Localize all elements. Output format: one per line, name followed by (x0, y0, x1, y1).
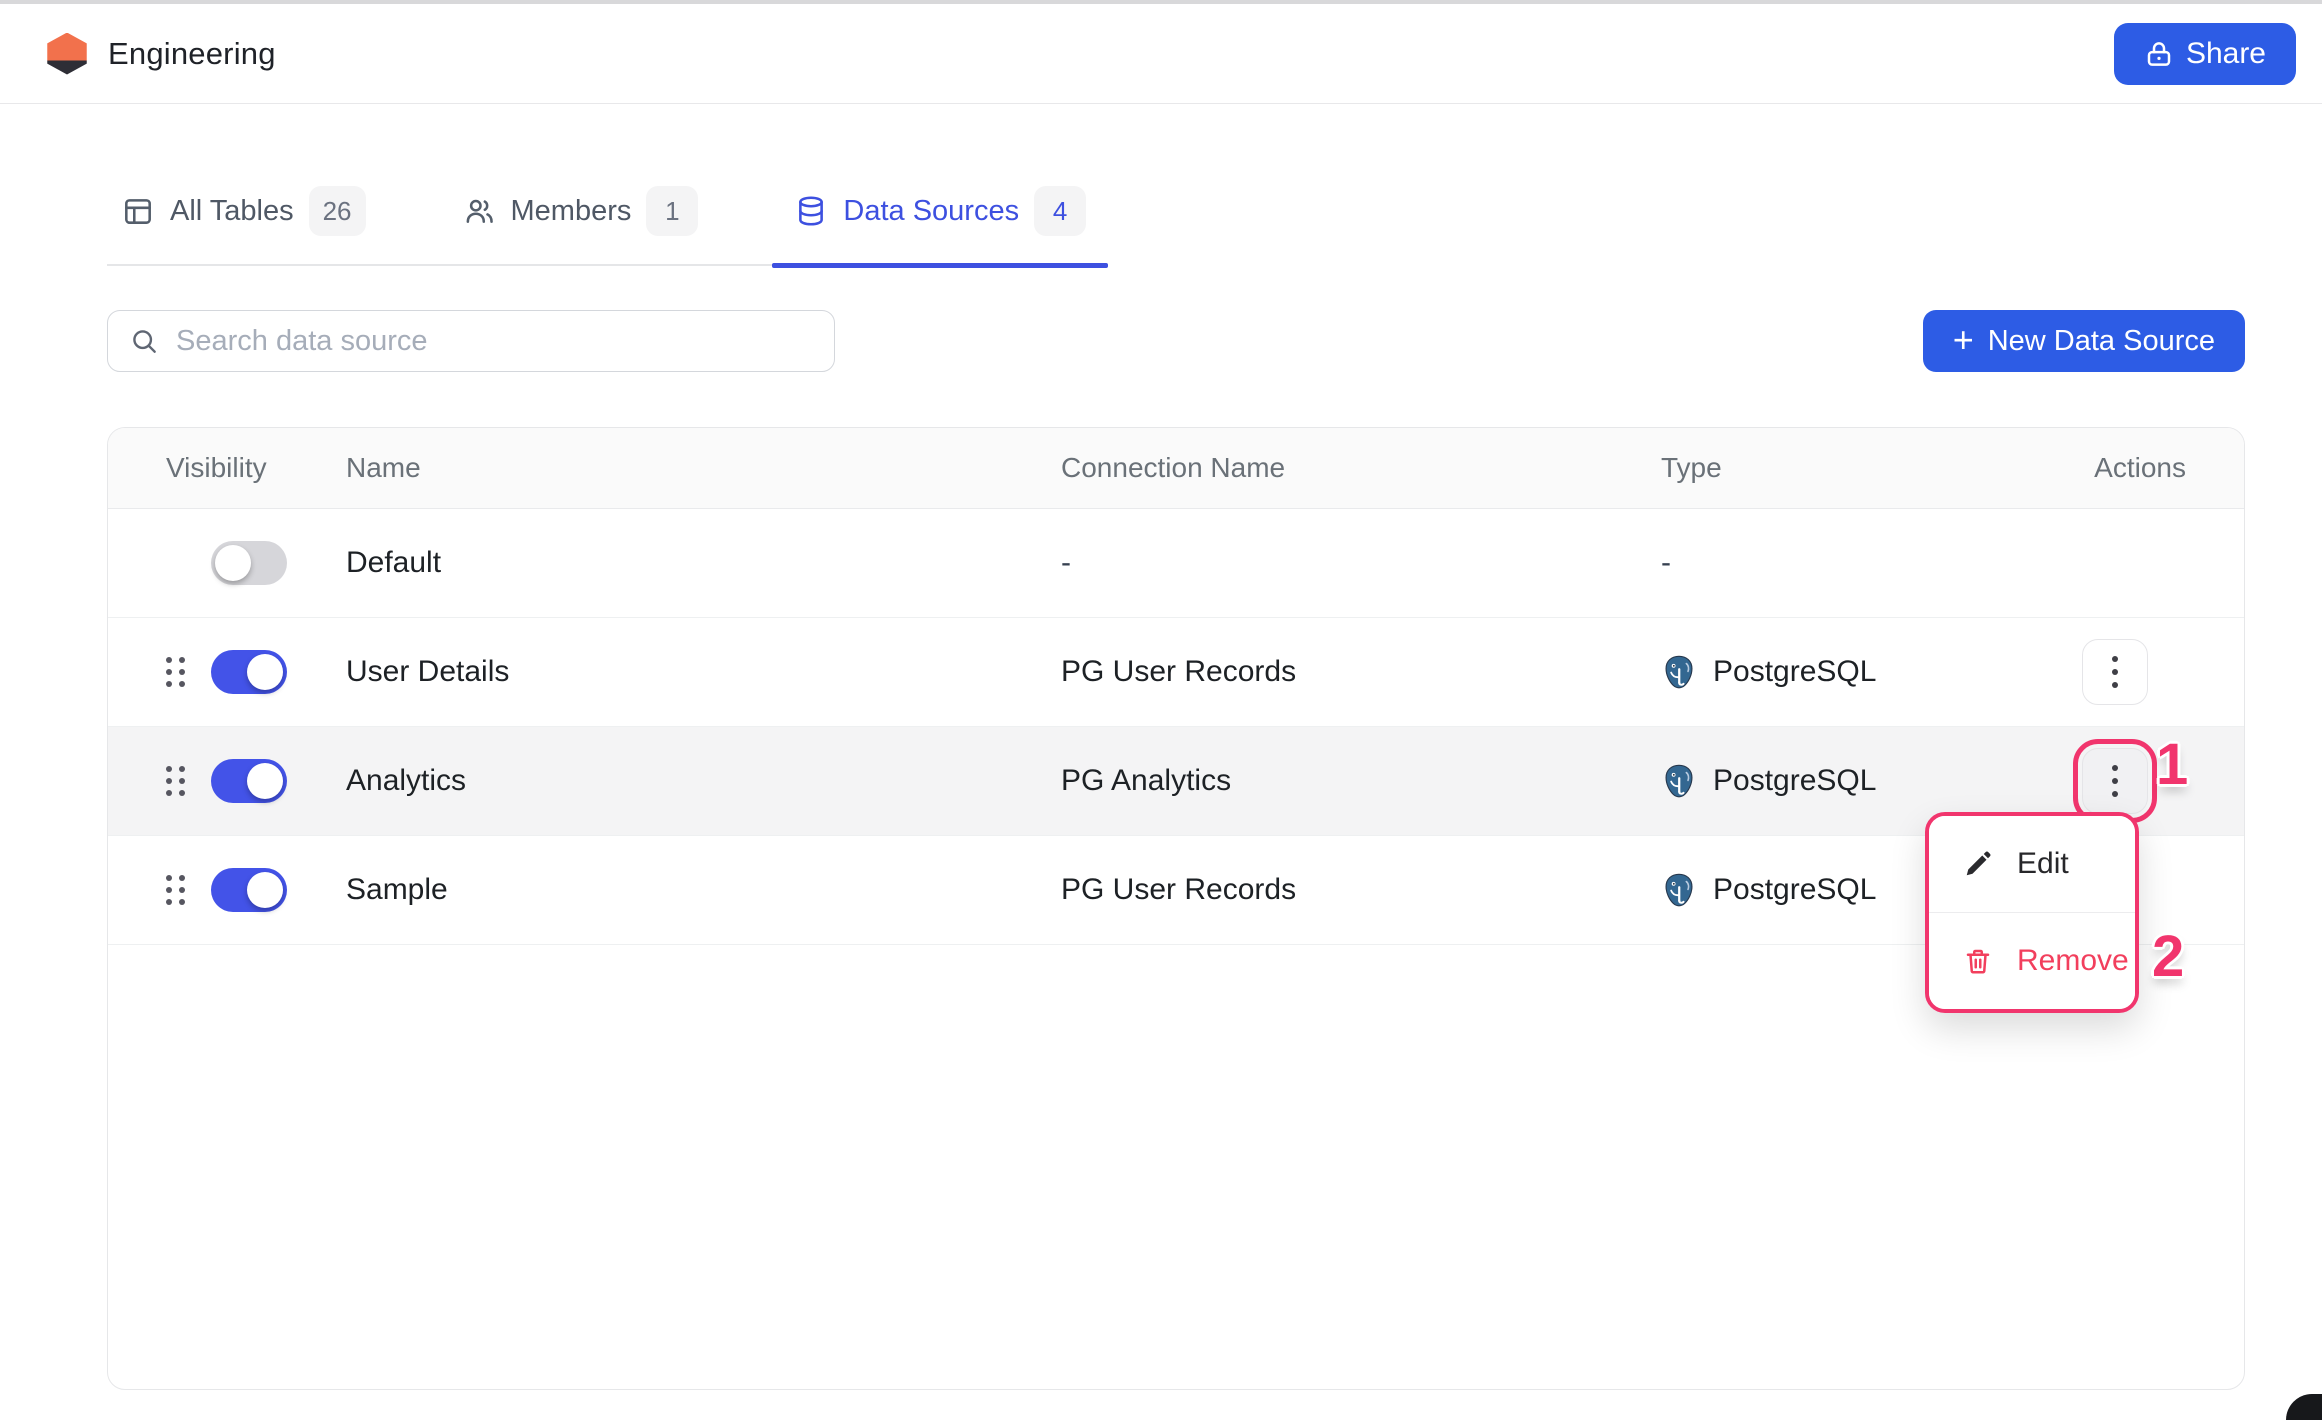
top-bar: Engineering Share (0, 4, 2322, 104)
header-name: Name (346, 452, 1061, 484)
table-row-analytics: Analytics PG Analytics PostgreSQL (108, 727, 2244, 836)
table-header-row: Visibility Name Connection Name Type Act… (108, 428, 2244, 509)
workspace-title: Engineering (108, 36, 276, 72)
tab-label: All Tables (170, 195, 294, 228)
source-name: Analytics (346, 764, 1061, 798)
search-icon (128, 325, 160, 357)
new-data-source-button[interactable]: + New Data Source (1923, 310, 2245, 372)
new-data-source-label: New Data Source (1988, 325, 2215, 358)
bottom-right-widget[interactable] (2286, 1394, 2322, 1420)
members-icon (462, 194, 496, 228)
row-actions-kebab-button-highlighted[interactable] (2082, 748, 2148, 814)
postgresql-icon (1661, 654, 1697, 690)
menu-item-label: Remove (2017, 944, 2129, 978)
annotation-step-2: 2 (2152, 928, 2184, 986)
tab-bar: All Tables 26 Members 1 (107, 186, 1100, 266)
table-row-sample: Sample PG User Records PostgreSQL (108, 836, 2244, 945)
plus-icon: + (1953, 322, 1974, 358)
postgresql-icon (1661, 763, 1697, 799)
header-actions: Actions (2081, 452, 2244, 484)
tab-label: Members (511, 195, 632, 228)
source-name: Default (346, 546, 1061, 580)
menu-item-label: Edit (2017, 847, 2069, 881)
share-button-label: Share (2186, 37, 2266, 71)
tab-count-badge: 1 (646, 186, 698, 236)
source-name: Sample (346, 873, 1061, 907)
app-screen: Engineering Share All Tables (0, 0, 2322, 1420)
menu-item-remove[interactable]: Remove (1929, 913, 2135, 1009)
tab-label: Data Sources (843, 195, 1019, 228)
source-name: User Details (346, 655, 1061, 689)
connection-name: PG User Records (1061, 655, 1661, 689)
workspace-logo-icon[interactable] (46, 33, 88, 75)
share-button[interactable]: Share (2114, 23, 2296, 85)
visibility-toggle[interactable] (211, 541, 287, 585)
connection-name: PG Analytics (1061, 764, 1661, 798)
tab-members[interactable]: Members 1 (448, 186, 713, 236)
visibility-toggle[interactable] (211, 650, 287, 694)
row-actions-kebab-button[interactable] (2082, 639, 2148, 705)
header-connection-name: Connection Name (1061, 452, 1661, 484)
visibility-toggle[interactable] (211, 868, 287, 912)
database-icon (794, 194, 828, 228)
source-type: PostgreSQL (1713, 764, 1876, 798)
source-type: PostgreSQL (1713, 655, 1876, 689)
row-actions-context-menu: Edit Remove (1925, 812, 2139, 1013)
tab-data-sources[interactable]: Data Sources 4 (780, 186, 1100, 236)
source-type: - (1661, 546, 2081, 580)
tab-count-badge: 4 (1034, 186, 1086, 236)
drag-handle-icon[interactable] (166, 766, 185, 796)
connection-name: - (1061, 546, 1661, 580)
table-row-default: Default - - (108, 509, 2244, 618)
table-row-user-details: User Details PG User Records PostgreSQL (108, 618, 2244, 727)
pencil-icon (1963, 849, 1993, 879)
table-icon (121, 194, 155, 228)
tab-count-badge: 26 (309, 186, 366, 236)
tab-all-tables[interactable]: All Tables 26 (107, 186, 380, 236)
drag-handle-icon[interactable] (166, 657, 185, 687)
menu-item-edit[interactable]: Edit (1929, 816, 2135, 912)
annotation-step-1: 1 (2156, 736, 2188, 794)
search-input[interactable] (176, 325, 814, 358)
source-type: PostgreSQL (1713, 873, 1876, 907)
drag-handle-icon[interactable] (166, 875, 185, 905)
postgresql-icon (1661, 872, 1697, 908)
lock-icon (2144, 39, 2174, 69)
search-box (107, 310, 835, 372)
connection-name: PG User Records (1061, 873, 1661, 907)
visibility-toggle[interactable] (211, 759, 287, 803)
header-visibility: Visibility (108, 452, 346, 484)
header-type: Type (1661, 452, 2081, 484)
trash-icon (1963, 946, 1993, 976)
